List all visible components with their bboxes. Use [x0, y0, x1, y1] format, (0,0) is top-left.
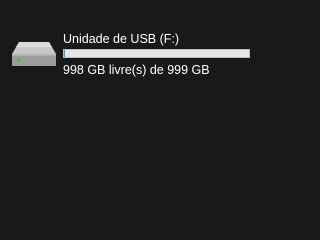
- capacity-bar: [63, 49, 250, 58]
- drive-name: Unidade de USB (F:): [63, 32, 180, 46]
- usb-drive-icon: [10, 40, 58, 74]
- drive-led: [17, 58, 21, 62]
- drive-tile-usb[interactable]: Unidade de USB (F:) 998 GB livre(s) de 9…: [0, 24, 271, 84]
- drive-free-space: 998 GB livre(s) de 999 GB: [63, 63, 210, 77]
